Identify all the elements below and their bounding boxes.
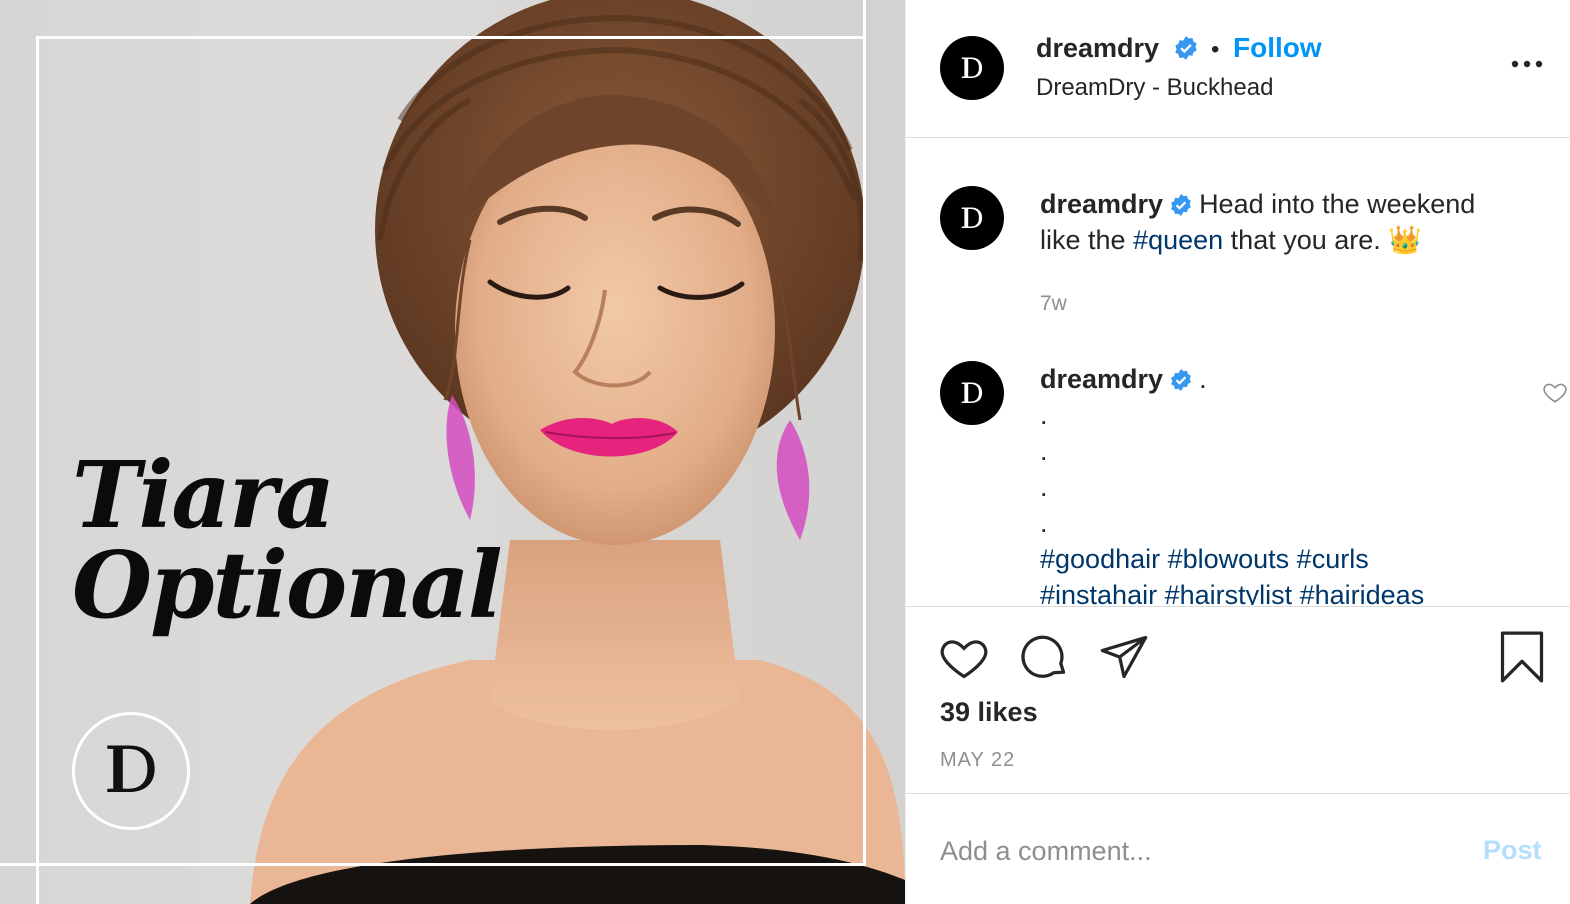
- dot-line: .: [1040, 400, 1048, 430]
- headline: Tiara Optional: [72, 441, 503, 639]
- username-link[interactable]: dreamdry: [1036, 33, 1199, 64]
- frame-border-tail: [36, 862, 39, 904]
- avatar-mark: ID: [960, 376, 983, 410]
- dot-line: .: [1040, 508, 1048, 538]
- separator-dot: •: [1211, 36, 1220, 63]
- verified-badge-icon: [1174, 36, 1197, 60]
- like-heart-icon[interactable]: [938, 631, 990, 683]
- comment-text: .: [1199, 364, 1207, 394]
- headline-line-1: Tiara: [72, 441, 335, 549]
- comment-body: dreamdry . . . . . #goodhair #blowouts #…: [1040, 361, 1510, 605]
- more-options-icon[interactable]: [1510, 54, 1544, 74]
- post-comment-button[interactable]: Post: [1483, 835, 1542, 866]
- comment-username[interactable]: dreamdry: [1040, 364, 1163, 394]
- headline-line-2: Optional: [72, 531, 503, 639]
- follow-button[interactable]: Follow: [1233, 32, 1322, 64]
- avatar[interactable]: ID: [940, 36, 1004, 100]
- hashtags-line-2[interactable]: #instahair #hairstylist #hairideas: [1040, 577, 1510, 605]
- add-comment-bar: Post: [906, 795, 1570, 904]
- location-link[interactable]: DreamDry - Buckhead: [1036, 74, 1273, 102]
- avatar-mark: ID: [960, 51, 983, 85]
- likes-count[interactable]: 39 likes: [940, 697, 1038, 728]
- comment-dots: . . . .: [1040, 397, 1510, 541]
- post-image[interactable]: Tiara Optional ID: [0, 0, 905, 904]
- username-text: dreamdry: [1036, 33, 1160, 63]
- post-header: ID dreamdry • Follow DreamDry - Buckhead: [906, 0, 1570, 138]
- brand-logo: ID: [72, 712, 190, 830]
- post-actions: 39 likes MAY 22: [906, 606, 1570, 794]
- post-date[interactable]: MAY 22: [940, 749, 1015, 772]
- dot-line: .: [1040, 472, 1048, 502]
- comment-input[interactable]: [940, 831, 1460, 871]
- caption-timestamp[interactable]: 7w: [1040, 286, 1510, 322]
- verified-badge-icon: [1171, 369, 1191, 391]
- post-side-panel: ID dreamdry • Follow DreamDry - Buckhead…: [905, 0, 1570, 904]
- hashtag-link[interactable]: #queen: [1133, 225, 1223, 255]
- caption-username[interactable]: dreamdry: [1040, 189, 1163, 219]
- save-bookmark-icon[interactable]: [1496, 631, 1548, 683]
- comment-bubble-icon[interactable]: [1018, 631, 1070, 683]
- dot-line: .: [1040, 436, 1048, 466]
- hashtags-line-1[interactable]: #goodhair #blowouts #curls: [1040, 541, 1510, 577]
- avatar[interactable]: ID: [940, 361, 1004, 425]
- share-send-icon[interactable]: [1098, 631, 1150, 683]
- verified-badge-icon: [1171, 194, 1191, 216]
- brand-logo-mark: ID: [103, 734, 158, 808]
- avatar[interactable]: ID: [940, 186, 1004, 250]
- comments-list[interactable]: ID dreamdry Head into the weekend like t…: [906, 139, 1570, 605]
- caption-text-after: that you are. 👑: [1223, 225, 1422, 255]
- comment-like-heart-icon[interactable]: [1542, 379, 1568, 405]
- caption-body: dreamdry Head into the weekend like the …: [1040, 186, 1510, 322]
- avatar-mark: ID: [960, 201, 983, 235]
